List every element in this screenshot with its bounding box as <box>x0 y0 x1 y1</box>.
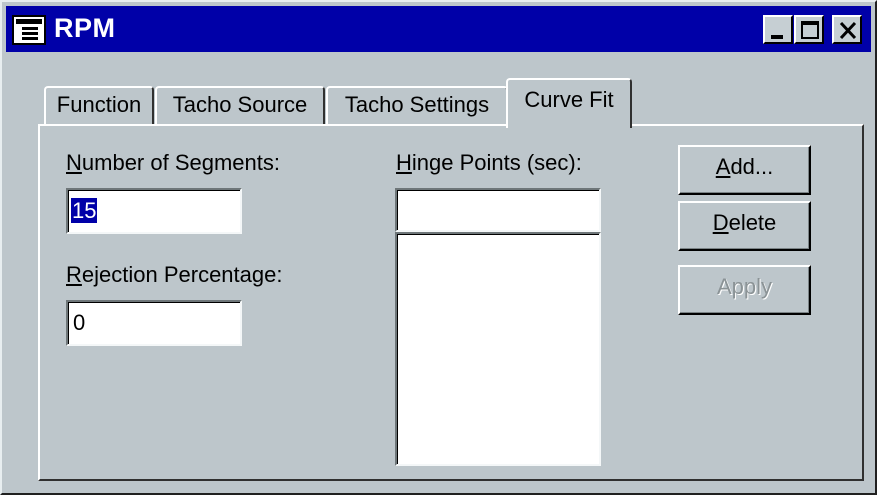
minimize-icon <box>771 35 783 39</box>
tab-tacho-source-label: Tacho Source <box>172 92 308 117</box>
segments-value: 15 <box>71 198 98 223</box>
tab-curve-fit[interactable]: Curve Fit <box>506 78 632 128</box>
hinge-points-list[interactable] <box>395 232 601 466</box>
hinge-points-label: Hinge Points (sec): <box>396 150 582 175</box>
close-icon <box>839 21 857 40</box>
close-button[interactable] <box>832 15 862 44</box>
hinge-points-input[interactable] <box>395 188 601 232</box>
app-icon[interactable] <box>12 15 46 45</box>
rejection-input[interactable]: 0 <box>66 300 242 346</box>
tab-function-label: Function <box>56 92 142 117</box>
maximize-icon <box>801 21 819 39</box>
add-button[interactable]: Add... <box>678 145 811 195</box>
title-bar[interactable]: RPM <box>6 6 871 52</box>
tab-tacho-settings-label: Tacho Settings <box>344 92 490 117</box>
tab-tacho-source[interactable]: Tacho Source <box>155 86 325 124</box>
rpm-window: RPM Function Tacho Source Tacho Settings <box>0 0 877 495</box>
tab-function[interactable]: Function <box>44 86 154 124</box>
apply-button[interactable]: Apply <box>678 265 811 315</box>
rejection-value: 0 <box>73 310 86 335</box>
delete-button[interactable]: Delete <box>678 201 811 251</box>
window-title: RPM <box>54 13 116 43</box>
minimize-button[interactable] <box>763 15 793 44</box>
segments-input[interactable]: 15 <box>66 188 242 234</box>
maximize-button[interactable] <box>794 15 824 44</box>
tab-curve-fit-label: Curve Fit <box>524 87 614 112</box>
rejection-label: Rejection Percentage: <box>66 262 283 287</box>
tab-tacho-settings[interactable]: Tacho Settings <box>326 86 508 124</box>
segments-label: Number of Segments: <box>66 150 280 175</box>
